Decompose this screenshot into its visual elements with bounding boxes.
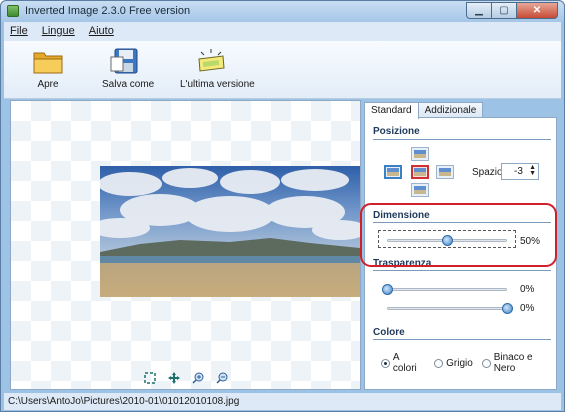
image-canvas[interactable] <box>10 100 361 390</box>
position-right-button[interactable] <box>436 165 454 179</box>
window-controls: ▁ ▢ ✕ <box>466 2 558 19</box>
radio-grigio[interactable]: Grigio <box>434 352 473 374</box>
status-bar: C:\Users\AntoJo\Pictures\2010-01\0101201… <box>4 393 561 410</box>
menu-lingue[interactable]: Lingue <box>36 22 83 41</box>
tab-addizionale[interactable]: Addizionale <box>417 102 484 118</box>
save-as-label: Salva come <box>102 79 155 90</box>
position-right-icon <box>439 168 451 176</box>
update-icon <box>195 47 227 75</box>
zoom-out-icon <box>215 372 227 384</box>
menu-file[interactable]: File <box>4 22 36 41</box>
maximize-button[interactable]: ▢ <box>491 2 517 19</box>
posizione-divider <box>373 139 551 140</box>
spin-arrows-icon[interactable]: ▲ ▼ <box>529 164 536 177</box>
radio-bianco-nero[interactable]: Binaco e Nero <box>481 352 556 374</box>
spazio-value: -3 <box>514 166 523 177</box>
trasparenza-divider <box>373 270 551 271</box>
position-top-icon <box>414 150 426 158</box>
window-title: Inverted Image 2.3.0 Free version <box>25 5 191 17</box>
posizione-title: Posizione <box>373 126 420 137</box>
open-label: Apre <box>37 79 59 90</box>
title-bar[interactable]: Inverted Image 2.3.0 Free version ▁ ▢ ✕ <box>1 1 564 22</box>
radio-a-colori-label: A colori <box>392 352 417 374</box>
folder-icon <box>32 47 64 75</box>
trasparenza-slider2-thumb[interactable] <box>502 303 513 314</box>
zoom-in-button[interactable] <box>191 371 205 385</box>
position-bottom-icon <box>414 186 426 194</box>
minimize-icon: ▁ <box>475 5 483 16</box>
maximize-icon: ▢ <box>499 5 509 16</box>
trasparenza-value2: 0% <box>520 303 535 314</box>
position-bottom-button[interactable] <box>411 183 429 197</box>
minimize-button[interactable]: ▁ <box>466 2 492 19</box>
radio-a-colori[interactable]: A colori <box>381 352 425 374</box>
tab-standard[interactable]: Standard <box>364 102 419 119</box>
radio-bianco-nero-dot[interactable] <box>481 358 491 368</box>
trasparenza-slider1-track[interactable] <box>387 288 507 291</box>
move-button[interactable] <box>167 371 181 385</box>
save-as-button[interactable]: Salva come <box>102 47 155 90</box>
zoom-in-icon <box>191 372 203 384</box>
app-window: Inverted Image 2.3.0 Free version ▁ ▢ ✕ … <box>0 0 565 412</box>
zoom-out-button[interactable] <box>215 371 229 385</box>
latest-version-button[interactable]: L'ultima versione <box>180 47 255 90</box>
open-button[interactable]: Apre <box>30 47 66 90</box>
position-center-icon <box>414 168 426 176</box>
spazio-label: Spazio <box>472 167 503 178</box>
trasparenza-value1: 0% <box>520 284 535 295</box>
file-path: C:\Users\AntoJo\Pictures\2010-01\0101201… <box>8 396 240 407</box>
close-button[interactable]: ✕ <box>516 2 558 19</box>
fit-screen-button[interactable] <box>143 371 157 385</box>
radio-a-colori-dot[interactable] <box>381 358 390 368</box>
radio-bianco-nero-label: Binaco e Nero <box>493 352 533 374</box>
position-left-button[interactable] <box>384 165 402 179</box>
radio-grigio-label: Grigio <box>446 357 473 369</box>
menu-bar: File Lingue Aiuto <box>4 22 561 41</box>
fit-icon <box>143 372 156 384</box>
position-top-button[interactable] <box>411 147 429 161</box>
toolbar: Apre Salva come L'ultima versione <box>4 41 561 99</box>
latest-version-label: L'ultima versione <box>180 79 255 90</box>
close-icon: ✕ <box>532 5 542 16</box>
radio-grigio-dot[interactable] <box>434 358 444 368</box>
trasparenza-slider2-track[interactable] <box>387 307 507 310</box>
colore-options: A colori Grigio Binaco e Nero <box>381 352 556 374</box>
dimensione-highlight-annotation <box>360 203 557 267</box>
zoom-toolbar <box>11 371 360 385</box>
app-icon <box>7 5 19 17</box>
image-preview <box>100 166 360 297</box>
colore-divider <box>373 339 551 340</box>
save-icon <box>109 47 141 75</box>
move-icon <box>167 372 180 384</box>
spazio-stepper[interactable]: -3 ▲ ▼ <box>501 163 539 180</box>
trasparenza-slider1-thumb[interactable] <box>382 284 393 295</box>
colore-title: Colore <box>373 327 405 338</box>
position-left-icon <box>387 168 399 176</box>
tab-bar: Standard Addizionale <box>364 102 484 119</box>
menu-aiuto[interactable]: Aiuto <box>83 22 122 41</box>
position-center-button[interactable] <box>411 165 429 179</box>
